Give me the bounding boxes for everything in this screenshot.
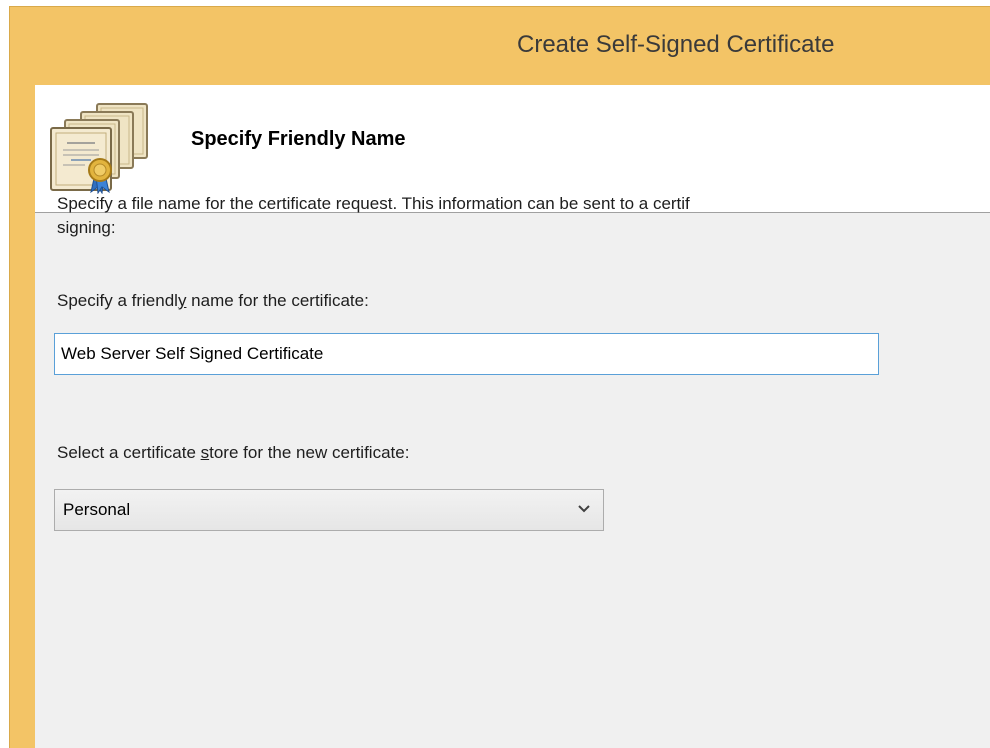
certificate-store-label: Select a certificate store for the new c…: [57, 442, 409, 464]
friendly-name-label: Specify a friendly name for the certific…: [57, 290, 369, 312]
window-title: Create Self-Signed Certificate: [517, 31, 835, 58]
chevron-down-icon[interactable]: [577, 504, 591, 514]
description-line-2: signing:: [57, 218, 116, 237]
page-title: Specify Friendly Name: [191, 128, 406, 150]
dialog-window: Create Self-Signed Certificate Specify F…: [9, 6, 990, 748]
certificate-store-selected-value: Personal: [63, 500, 131, 519]
description-line-1: Specify a file name for the certificate …: [57, 194, 690, 213]
friendly-name-label-end: name for the certificate:: [186, 291, 369, 310]
certificate-store-label-end: tore for the new certificate:: [209, 443, 410, 462]
certificate-icon: [50, 103, 148, 194]
title-bar[interactable]: Create Self-Signed Certificate: [10, 7, 990, 85]
certificate-store-dropdown[interactable]: Personal: [54, 489, 604, 531]
certificate-store-label-accelerator: s: [200, 443, 210, 462]
friendly-name-label-start: Specify a friendl: [57, 291, 178, 310]
certificate-store-label-start: Select a certificate: [57, 443, 201, 462]
friendly-name-input[interactable]: [54, 333, 879, 375]
dialog-client-area: Specify Friendly Name: [35, 85, 990, 748]
